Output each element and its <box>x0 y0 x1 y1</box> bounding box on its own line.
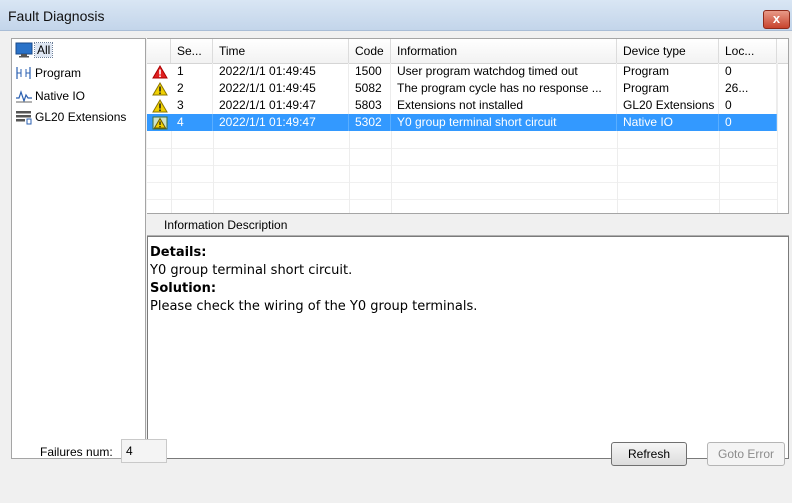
grid-line <box>617 131 618 213</box>
window-title: Fault Diagnosis <box>8 8 105 24</box>
fault-table: Se... Time Code Information Device type … <box>147 38 789 214</box>
tree-item-label: All <box>33 42 54 58</box>
tree-item-label: Program <box>35 66 82 80</box>
cell-code: 5082 <box>349 80 391 97</box>
grid-line <box>147 165 777 166</box>
tree-item-native-io[interactable]: Native IO <box>15 87 85 105</box>
tree-item-label: GL20 Extensions <box>35 110 127 124</box>
header-seq[interactable]: Se... <box>171 39 213 63</box>
info-icon <box>149 114 171 131</box>
cell-time: 2022/1/1 01:49:45 <box>213 80 349 97</box>
title-bar: Fault Diagnosis x <box>0 0 792 31</box>
cell-time: 2022/1/1 01:49:47 <box>213 114 349 131</box>
cell-time: 2022/1/1 01:49:45 <box>213 63 349 80</box>
cell-device-type: GL20 Extensions <box>617 97 719 114</box>
cell-device-type: Program <box>617 63 719 80</box>
table-row[interactable]: 2 2022/1/1 01:49:45 5082 The program cyc… <box>147 80 777 97</box>
cell-seq: 4 <box>171 114 213 131</box>
cell-location: 0 <box>719 114 777 131</box>
header-device-type[interactable]: Device type <box>617 39 719 63</box>
warning-icon <box>149 97 171 114</box>
cell-time: 2022/1/1 01:49:47 <box>213 97 349 114</box>
solution-text: Please check the wiring of the Y0 group … <box>150 299 478 314</box>
header-location[interactable]: Loc... <box>719 39 777 63</box>
grid-line <box>777 63 778 213</box>
grid-line <box>213 131 214 213</box>
details-label: Details: <box>150 245 207 260</box>
goto-error-button[interactable]: Goto Error <box>707 442 785 466</box>
cell-information: Y0 group terminal short circuit <box>391 114 617 131</box>
cell-seq: 2 <box>171 80 213 97</box>
monitor-icon <box>15 42 33 58</box>
cell-seq: 1 <box>171 63 213 80</box>
cell-location: 0 <box>719 97 777 114</box>
table-header: Se... Time Code Information Device type … <box>147 39 788 64</box>
grid-line <box>171 131 172 213</box>
cell-location: 26... <box>719 80 777 97</box>
header-information[interactable]: Information <box>391 39 617 63</box>
tree-item-gl20-extensions[interactable]: GL20 Extensions <box>15 108 126 126</box>
ladder-icon <box>15 65 33 81</box>
module-icon <box>15 109 33 125</box>
header-code[interactable]: Code <box>349 39 391 63</box>
cell-location: 0 <box>719 63 777 80</box>
header-icon-col <box>147 39 171 63</box>
close-button[interactable]: x <box>763 10 790 29</box>
tree-item-program[interactable]: Program <box>15 64 81 82</box>
table-row-selected[interactable]: 4 2022/1/1 01:49:47 5302 Y0 group termin… <box>147 114 777 131</box>
warning-icon <box>149 80 171 97</box>
refresh-button[interactable]: Refresh <box>611 442 687 466</box>
table-row[interactable]: 3 2022/1/1 01:49:47 5803 Extensions not … <box>147 97 777 114</box>
failures-count-field: 4 <box>121 439 167 463</box>
description-header: Information Description <box>147 214 789 236</box>
tree-item-all[interactable]: All <box>15 41 54 59</box>
grid-line <box>147 199 777 200</box>
dialog-body: All Program Native IO GL20 Extensions Se… <box>0 31 792 503</box>
table-row[interactable]: 1 2022/1/1 01:49:45 1500 User program wa… <box>147 63 777 80</box>
category-tree: All Program Native IO GL20 Extensions <box>11 38 146 459</box>
cell-device-type: Native IO <box>617 114 719 131</box>
cell-code: 5803 <box>349 97 391 114</box>
cell-information: User program watchdog timed out <box>391 63 617 80</box>
grid-line <box>147 148 777 149</box>
grid-line <box>719 131 720 213</box>
cell-code: 5302 <box>349 114 391 131</box>
cell-device-type: Program <box>617 80 719 97</box>
tree-item-label: Native IO <box>35 89 86 103</box>
details-text: Y0 group terminal short circuit. <box>150 263 353 278</box>
solution-label: Solution: <box>150 281 217 296</box>
error-icon <box>149 63 171 80</box>
description-panel: Details: Y0 group terminal short circuit… <box>147 236 789 459</box>
header-time[interactable]: Time <box>213 39 349 63</box>
cell-information: Extensions not installed <box>391 97 617 114</box>
signal-icon <box>15 88 33 104</box>
grid-line <box>349 131 350 213</box>
cell-code: 1500 <box>349 63 391 80</box>
cell-seq: 3 <box>171 97 213 114</box>
failures-label: Failures num: <box>40 445 113 459</box>
grid-line <box>147 182 777 183</box>
description-tab-label: Information Description <box>164 218 288 232</box>
close-icon: x <box>772 11 781 26</box>
cell-information: The program cycle has no response ... <box>391 80 617 97</box>
grid-line <box>391 131 392 213</box>
